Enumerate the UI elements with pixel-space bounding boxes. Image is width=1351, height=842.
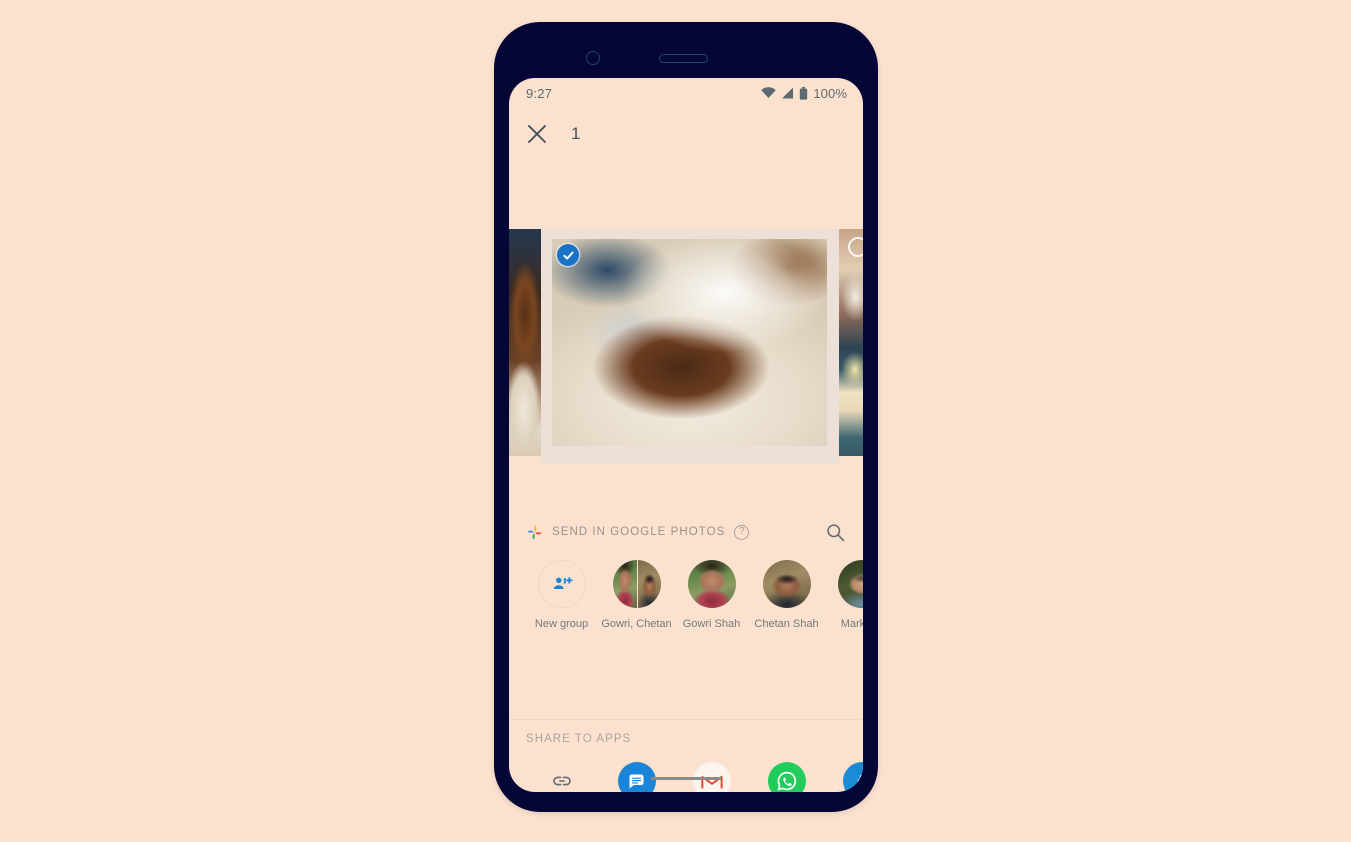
search-icon[interactable] (826, 523, 845, 542)
google-photos-pinwheel-icon (527, 524, 542, 540)
share-apps-section-title: SHARE TO APPS (526, 733, 632, 745)
battery-percent: 100% (813, 85, 847, 101)
earpiece-speaker-icon (659, 54, 708, 63)
phone-screen: 9:27 100% 1 SEND IN GOOGLE PHOTOS ? New … (509, 78, 863, 792)
avatar (612, 560, 661, 608)
avatar (687, 560, 736, 608)
close-icon[interactable] (525, 122, 549, 146)
app-create-link[interactable]: Create link (524, 762, 599, 792)
contacts-list[interactable]: New group Gowri, Chetan Gowri Shah Cheta… (509, 560, 863, 660)
new-group-icon (537, 560, 586, 608)
selection-app-bar: 1 (509, 108, 863, 160)
avatar (762, 560, 811, 608)
contact-name: Gowri, Chetan (601, 618, 672, 630)
status-icons: 100% (761, 86, 847, 101)
contact-new-group[interactable]: New group (524, 560, 599, 631)
photo-carousel[interactable] (509, 229, 863, 464)
contact-name: Mark Ch (840, 618, 863, 630)
contact-mark-ch[interactable]: Mark Ch (824, 560, 863, 631)
screenshot-stage: 9:27 100% 1 SEND IN GOOGLE PHOTOS ? New … (0, 0, 1351, 842)
wifi-icon (761, 87, 777, 98)
status-time: 9:27 (526, 85, 553, 101)
contact-gowri-shah[interactable]: Gowri Shah (674, 560, 749, 631)
contact-name: Gowri Shah (682, 618, 741, 630)
app-facebook[interactable]: Facebook (824, 762, 863, 792)
contact-chetan-shah[interactable]: Chetan Shah (749, 560, 824, 631)
section-divider (509, 719, 863, 720)
status-bar: 9:27 100% (509, 78, 863, 108)
contact-name: New group (534, 618, 589, 630)
front-camera-icon (586, 51, 600, 65)
battery-icon (800, 86, 808, 100)
link-icon (543, 762, 581, 792)
facebook-icon (842, 762, 863, 792)
whatsapp-icon (767, 762, 806, 792)
google-photos-section-header: SEND IN GOOGLE PHOTOS ? (509, 511, 863, 553)
phone-device-frame: 9:27 100% 1 SEND IN GOOGLE PHOTOS ? New … (494, 22, 878, 812)
app-whatsapp[interactable]: WhatsApp (749, 762, 824, 792)
google-photos-header-left: SEND IN GOOGLE PHOTOS ? (526, 524, 826, 541)
carousel-item-previous[interactable] (509, 229, 541, 456)
contact-name: Chetan Shah (754, 618, 819, 630)
photo-thumbnail-current (552, 239, 827, 446)
photo-unselected-circle-icon[interactable] (848, 237, 863, 257)
selection-count: 1 (571, 124, 581, 143)
photo-thumbnail-next (839, 229, 863, 456)
carousel-item-current[interactable] (541, 229, 839, 464)
contact-gowri-chetan[interactable]: Gowri, Chetan (599, 560, 674, 631)
home-indicator[interactable] (650, 777, 722, 780)
cellular-signal-icon (782, 87, 794, 99)
help-icon[interactable]: ? (734, 524, 750, 540)
carousel-item-next[interactable] (839, 229, 863, 456)
avatar (837, 560, 863, 608)
google-photos-section-title: SEND IN GOOGLE PHOTOS (552, 526, 726, 538)
photo-thumbnail-previous (509, 229, 541, 456)
photo-selected-checkmark-icon[interactable] (557, 244, 579, 266)
